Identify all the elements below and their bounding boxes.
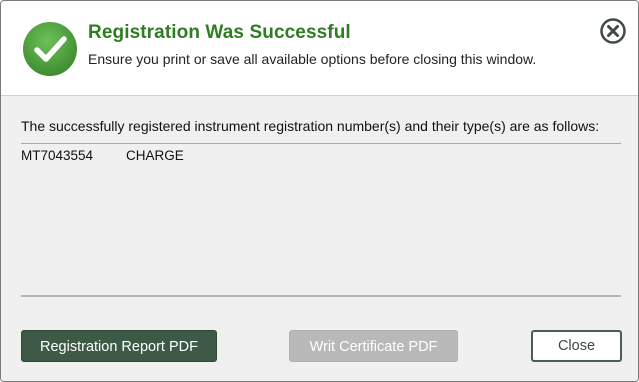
dialog-header: Registration Was Successful Ensure you p… <box>1 1 638 95</box>
registration-type: CHARGE <box>126 148 184 163</box>
dialog-title: Registration Was Successful <box>88 22 351 43</box>
writ-certificate-pdf-button[interactable]: Writ Certificate PDF <box>289 330 458 362</box>
registration-row: MT7043554 CHARGE <box>21 148 184 163</box>
close-button[interactable]: Close <box>531 330 622 362</box>
check-circle-icon <box>23 22 77 76</box>
divider <box>21 143 621 144</box>
registration-success-dialog: Registration Was Successful Ensure you p… <box>0 0 639 382</box>
dialog-body: The successfully registered instrument r… <box>1 95 638 381</box>
divider <box>21 295 621 297</box>
close-circle-icon[interactable] <box>599 17 627 45</box>
registration-report-pdf-button[interactable]: Registration Report PDF <box>21 330 217 362</box>
dialog-subtitle: Ensure you print or save all available o… <box>88 51 537 67</box>
registration-number: MT7043554 <box>21 148 94 163</box>
registration-intro-text: The successfully registered instrument r… <box>21 118 600 134</box>
